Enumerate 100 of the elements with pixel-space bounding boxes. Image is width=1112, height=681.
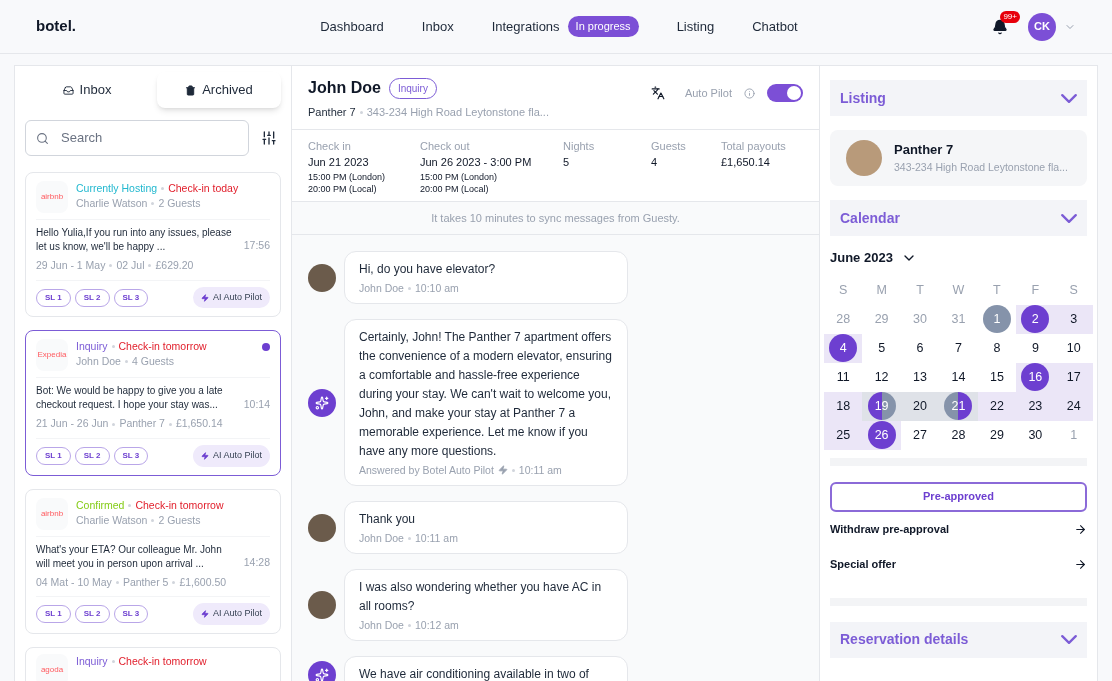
section-header[interactable]: Calendar	[830, 200, 1087, 236]
section-header[interactable]: Reservation details	[830, 621, 1087, 658]
action-link[interactable]: Special offer	[830, 546, 1087, 582]
bolt-icon	[200, 293, 209, 302]
nav-link[interactable]: Chatbot	[752, 16, 798, 37]
arrow-icon	[1074, 557, 1087, 571]
day-number: 9	[1031, 339, 1039, 357]
calendar-day[interactable]: 17	[1054, 362, 1093, 392]
calendar-day[interactable]: 9	[1016, 333, 1055, 363]
day-number: 22	[989, 397, 1004, 415]
day-number: 30	[1028, 426, 1043, 444]
calendar-day[interactable]: 14	[939, 362, 978, 392]
pre-approved-button[interactable]: Pre-approved	[830, 481, 1087, 512]
bolt-icon	[497, 465, 508, 475]
day-number: 13	[913, 368, 927, 386]
day-number: 11	[836, 368, 850, 386]
nav-link[interactable]: Inbox	[421, 16, 454, 37]
status-label: Confirmed	[76, 497, 125, 513]
calendar-day[interactable]: 23	[1016, 391, 1055, 421]
message-author: John Doe	[359, 531, 404, 545]
booking-detail: Panther 7	[119, 416, 165, 432]
calendar-day[interactable]: 5	[862, 333, 901, 363]
auto-pilot-chip[interactable]: AI Auto Pilot	[192, 445, 270, 467]
filter-icon[interactable]	[261, 130, 277, 146]
message-author: John Doe	[359, 281, 404, 295]
calendar-day[interactable]: 3	[1054, 304, 1093, 334]
inbox-tab[interactable]: Archived	[157, 72, 281, 108]
photo-placeholder	[846, 140, 882, 176]
translate-icon[interactable]	[650, 86, 665, 100]
calendar-day[interactable]: 28	[939, 420, 978, 450]
calendar-day[interactable]: 20	[900, 391, 940, 421]
calendar-day[interactable]: 13	[900, 362, 940, 392]
day-number: 23	[1028, 397, 1043, 415]
auto-pilot-chip[interactable]: AI Auto Pilot	[192, 286, 270, 309]
stay-label: Check in	[308, 138, 352, 154]
booking-detail: 02 Jul	[116, 258, 145, 273]
calendar-day[interactable]: 12	[862, 362, 901, 392]
guest-name: John Doe	[308, 78, 381, 98]
calendar-day[interactable]: 27	[900, 420, 940, 450]
auto-pilot-toggle[interactable]	[767, 84, 803, 102]
calendar-day[interactable]: 25	[824, 420, 863, 450]
message-text: Thank you	[359, 511, 417, 528]
calendar-day[interactable]: 15	[977, 362, 1017, 392]
day-number: 31	[951, 310, 966, 328]
section-header[interactable]: Listing	[830, 80, 1087, 116]
notification-bell-icon[interactable]	[992, 18, 1008, 35]
section-title: Calendar	[840, 208, 900, 228]
user-avatar[interactable]: CK	[1028, 12, 1056, 41]
auto-pilot-chip[interactable]: AI Auto Pilot	[192, 603, 270, 625]
calendar-day[interactable]: 18	[824, 391, 863, 421]
brand-name[interactable]: botel.	[36, 15, 276, 38]
nav-link[interactable]: Dashboard	[320, 16, 384, 37]
day-number: 3	[1070, 310, 1078, 328]
day-number: 1	[1070, 426, 1078, 444]
calendar-day[interactable]: 11	[824, 362, 863, 392]
month-label[interactable]: June 2023	[830, 248, 893, 268]
guest-avatar	[308, 591, 336, 619]
message-time: 10:12 am	[414, 618, 459, 632]
nav-link[interactable]: Integrations	[491, 16, 560, 37]
conversation-card[interactable]	[25, 330, 281, 476]
bolt-icon	[200, 451, 209, 460]
calendar-day[interactable]: 29	[977, 420, 1017, 450]
booking-detail: £629.20	[155, 258, 194, 273]
message-text: Certainly, John! The Panther 7 apartment offers the convenience of a modern elevator, ensuring a comfortable and hassle-free experience during your stay. We can't wait to welcome you, John, and make your stay at Panther 7 a memorable experience. Let me know if you have any more questions.	[359, 329, 613, 460]
search-field[interactable]: Search	[25, 120, 249, 156]
calendar-day[interactable]: 22	[977, 391, 1017, 421]
day-number: 15	[989, 368, 1004, 386]
day-number: 17	[1066, 368, 1081, 386]
search-input[interactable]: Search	[61, 128, 238, 148]
booking-detail: 21 Jun - 26 Jun	[36, 416, 109, 432]
guest-avatar	[308, 513, 336, 542]
stay-value: £1,650.14	[721, 155, 771, 170]
day-number: 1	[982, 305, 1011, 333]
status-label: Inquiry	[76, 653, 108, 669]
bolt-icon	[200, 610, 209, 618]
calendar-day[interactable]: 7	[939, 333, 978, 363]
message-preview: Hello Yulia,If you run into any issues, please let us know, we'll be happy ...	[36, 226, 233, 254]
day-number: 28	[836, 310, 851, 328]
day-number: 28	[951, 426, 966, 444]
action-link[interactable]: Withdraw pre-approval	[830, 511, 1087, 547]
stay-time: 20:00 PM (Local)	[420, 182, 490, 195]
conversation-card[interactable]: agoda Inquiry Check-in tomorrow	[25, 646, 281, 681]
message-preview: Bot: We would be happy to give you a late checkout request. I hope your stay was...	[36, 384, 224, 413]
calendar-day[interactable]: 8	[977, 333, 1017, 363]
listing-card[interactable]: Panther 7 343-234 High Road Leytonstone fla...	[830, 130, 1087, 186]
status-label: Currently Hosting	[76, 181, 158, 196]
nav-link[interactable]: Listing	[676, 16, 715, 37]
calendar-day[interactable]: 6	[900, 333, 940, 363]
message-author: Answered by Botel Auto Pilot	[359, 463, 494, 477]
brand-logo: airbnb	[36, 497, 68, 530]
status-label: Inquiry	[76, 339, 108, 355]
calendar-day[interactable]: 10	[1054, 333, 1093, 363]
day-number: 7	[955, 339, 962, 357]
stay-time: 15:00 PM (London)	[308, 170, 387, 183]
message-time: 10:11 am	[518, 463, 562, 477]
inbox-tab[interactable]: Inbox	[25, 72, 149, 108]
weekday-label: M	[875, 281, 888, 299]
calendar-day[interactable]: 30	[1016, 420, 1055, 450]
auto-pilot-label: Auto Pilot	[684, 85, 732, 101]
guest-name: Charlie Watson	[76, 196, 148, 211]
